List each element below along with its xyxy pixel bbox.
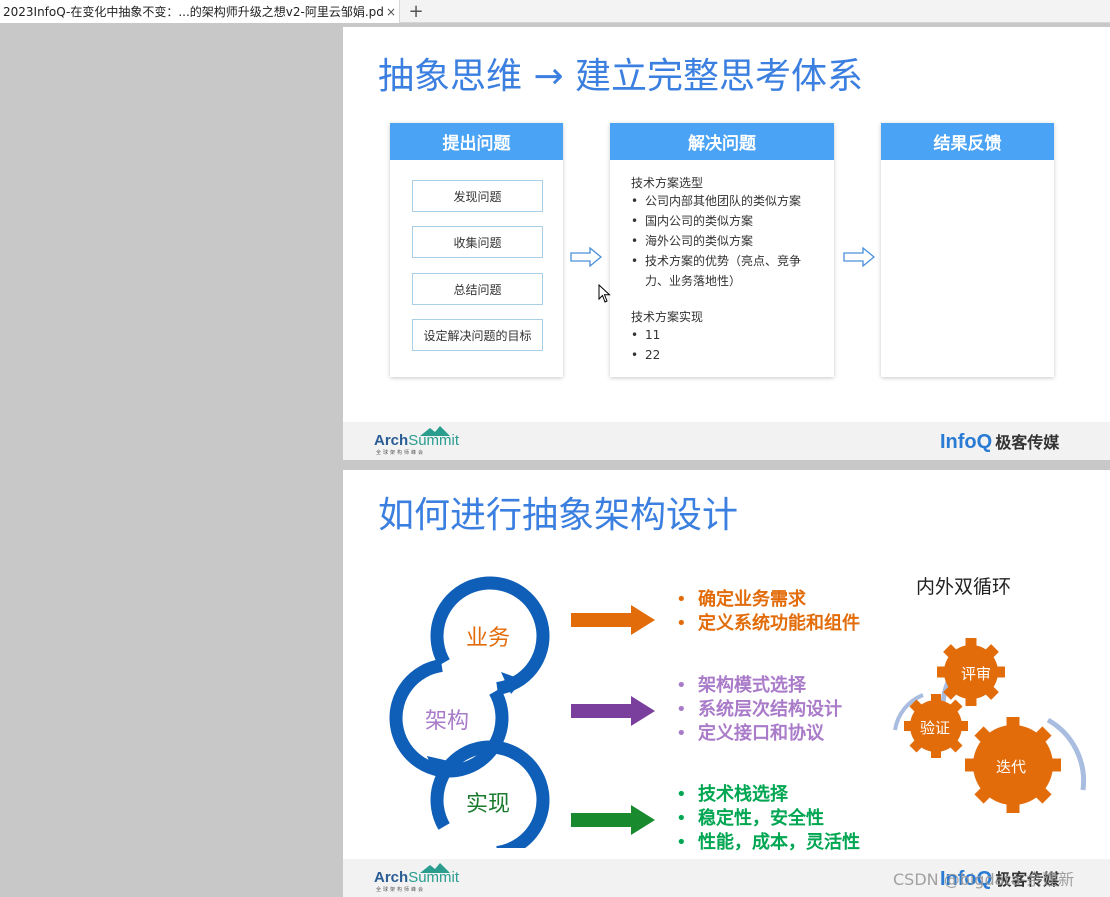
gear-label-iterate: 迭代 — [996, 758, 1027, 776]
infoq-logo: InfoQ 极客传媒 — [940, 431, 1060, 453]
close-icon[interactable]: × — [384, 5, 398, 19]
orange-arrow-icon — [571, 605, 655, 635]
list-item: • 系统层次结构设计 — [676, 699, 842, 720]
section-title: 技术方案选型 — [631, 176, 704, 190]
watermark: CSDN @bigdata-余建新 — [893, 870, 1075, 889]
cycle-title: 内外双循环 — [916, 576, 1012, 598]
loop-label-business: 业务 — [466, 626, 511, 651]
tab-title: 2023InfoQ-在变化中抽象不变：...的架构师升级之想v2-阿里云邹娟.p… — [3, 5, 384, 19]
step-box: 收集问题 — [412, 226, 543, 258]
step-box: 发现问题 — [412, 180, 543, 212]
purple-arrow-icon — [571, 696, 655, 726]
list-item: • 定义系统功能和组件 — [676, 613, 860, 634]
list-item: • 国内公司的类似方案 — [631, 214, 754, 228]
list-item: • 性能，成本，灵活性 — [676, 832, 860, 853]
mouse-cursor-icon — [598, 284, 611, 303]
new-tab-button[interactable]: + — [406, 0, 426, 22]
hollow-arrow-icon — [570, 247, 602, 267]
tab-bar: 2023InfoQ-在变化中抽象不变：...的架构师升级之想v2-阿里云邹娟.p… — [0, 0, 1110, 23]
list-item: • 稳定性，安全性 — [676, 808, 824, 829]
list-item: • 技术方案的优势（亮点、竞争 — [631, 254, 802, 268]
list-item: • 11 — [631, 328, 661, 342]
list-item: • 架构模式选择 — [676, 675, 806, 696]
column-raise-problem: 提出问题 发现问题 收集问题 总结问题 设定解决问题的目标 — [390, 123, 563, 377]
archsummit-logo: ArchSummit 全球架构师峰会 — [374, 863, 459, 893]
slide-footer: ArchSummit 全球架构师峰会 InfoQ 极客传媒 — [343, 422, 1110, 460]
pdf-page-2: 如何进行抽象架构设计 业务 架构 实现 • 确定业务需求 • 定义系统功能和组件… — [343, 470, 1110, 897]
column-header: 结果反馈 — [881, 123, 1054, 160]
column-solve-problem: 解决问题 技术方案选型 • 公司内部其他团队的类似方案 • 国内公司的类似方案 • 海… — [610, 123, 834, 377]
section-title: 技术方案实现 — [631, 310, 704, 324]
list-item: • 技术栈选择 — [676, 784, 788, 805]
list-item: • 公司内部其他团队的类似方案 — [631, 194, 802, 208]
slide-title: 抽象思维 → 建立完整思考体系 — [378, 56, 864, 97]
loop-label-implementation: 实现 — [466, 792, 511, 817]
gear-cycle-diagram — [893, 638, 1087, 813]
step-box: 总结问题 — [412, 273, 543, 305]
green-arrow-icon — [571, 805, 655, 835]
pdf-page-1: 抽象思维 → 建立完整思考体系 提出问题 发现问题 收集问题 总结问题 设定解决… — [343, 27, 1110, 460]
slide-title: 如何进行抽象架构设计 — [378, 495, 739, 536]
document-tab[interactable]: 2023InfoQ-在变化中抽象不变：...的架构师升级之想v2-阿里云邹娟.p… — [0, 0, 400, 23]
column-header: 解决问题 — [610, 123, 834, 160]
list-item-continuation: 力、业务落地性） — [645, 274, 742, 288]
list-item: • 定义接口和协议 — [676, 723, 824, 744]
gear-label-review: 评审 — [961, 665, 992, 683]
archsummit-logo: ArchSummit 全球架构师峰会 — [374, 426, 459, 456]
column-result-feedback: 结果反馈 — [881, 123, 1054, 377]
list-item: • 确定业务需求 — [676, 589, 806, 610]
gear-label-verify: 验证 — [920, 719, 951, 737]
list-item: • 22 — [631, 348, 661, 362]
pdf-viewer[interactable]: 抽象思维 → 建立完整思考体系 提出问题 发现问题 收集问题 总结问题 设定解决… — [0, 23, 1110, 897]
list-item: • 海外公司的类似方案 — [631, 234, 754, 248]
hollow-arrow-icon — [843, 247, 875, 267]
step-box: 设定解决问题的目标 — [412, 319, 543, 351]
column-header: 提出问题 — [390, 123, 563, 160]
loop-label-architecture: 架构 — [425, 709, 470, 734]
